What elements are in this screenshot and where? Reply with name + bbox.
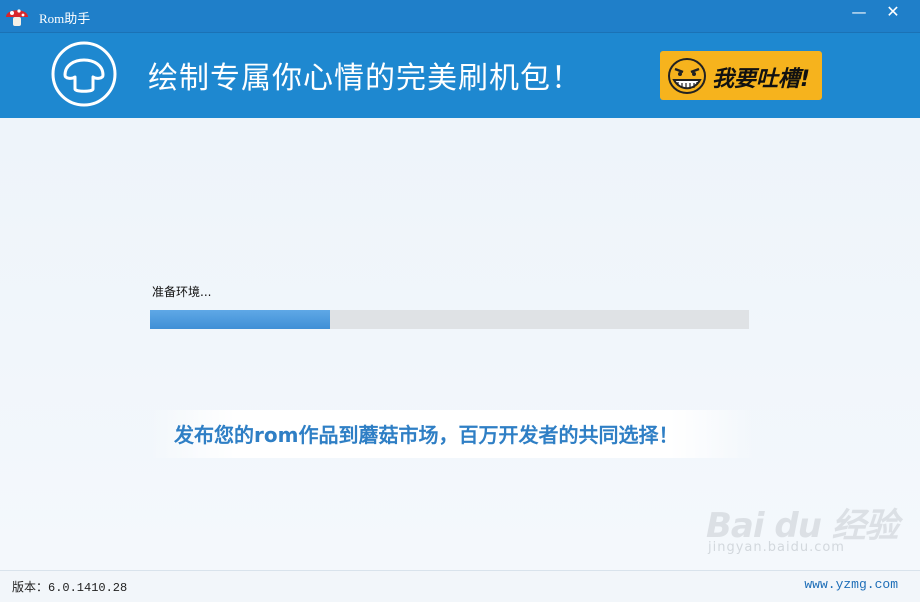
feedback-button[interactable]: 我要吐槽! — [660, 51, 822, 100]
version-label: 版本：6.0.1410.28 — [12, 581, 128, 595]
mushroom-outline-icon — [51, 41, 117, 107]
promo-banner: 发布您的rom作品到蘑菇市场，百万开发者的共同选择！ — [150, 410, 755, 458]
status-footer: 版本：6.0.1410.28 www.yzmg.com — [0, 570, 920, 602]
minimize-button[interactable]: — — [842, 0, 876, 26]
website-link[interactable]: www.yzmg.com — [804, 577, 898, 592]
troll-face-icon — [668, 58, 706, 94]
watermark-url: jingyan.baidu.com — [708, 540, 845, 555]
header-banner: 绘制专属你心情的完美刷机包！ 我要吐槽! — [0, 33, 920, 118]
banner-slogan: 绘制专属你心情的完美刷机包！ — [148, 61, 582, 96]
title-bar: Rom助手 — ✕ — [0, 0, 920, 33]
status-text: 准备环境... — [152, 285, 212, 299]
feedback-label: 我要吐槽! — [712, 67, 811, 92]
progress-bar — [150, 310, 749, 329]
baidu-watermark: Bai du 经验 jingyan.baidu.com — [706, 498, 899, 560]
window-title: Rom助手 — [39, 11, 91, 26]
close-button[interactable]: ✕ — [876, 0, 910, 26]
progress-fill — [150, 310, 330, 329]
promo-text: 发布您的rom作品到蘑菇市场，百万开发者的共同选择！ — [174, 423, 679, 447]
mushroom-logo-icon — [6, 9, 28, 26]
